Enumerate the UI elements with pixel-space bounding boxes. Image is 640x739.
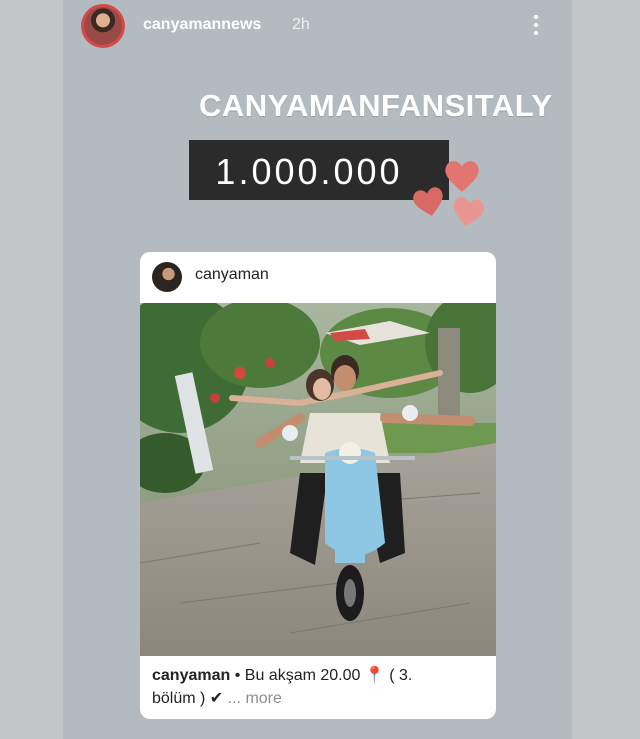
- story-viewer[interactable]: canyamannews 2h CANYAMANFANSITALY 1.000.…: [63, 0, 572, 739]
- heart-icon: [445, 161, 479, 192]
- more-vertical-icon[interactable]: [531, 13, 541, 39]
- counter-sticker: 1.000.000: [189, 140, 449, 200]
- story-headline-text: CANYAMANFANSITALY: [199, 88, 553, 123]
- post-header: canyaman: [140, 252, 496, 302]
- avatar-image: [84, 7, 122, 45]
- story-username[interactable]: canyamannews: [143, 16, 261, 34]
- more-link[interactable]: ... more: [228, 690, 282, 707]
- caption-username[interactable]: canyaman: [152, 667, 230, 684]
- story-timestamp: 2h: [292, 16, 310, 33]
- caption-text-line2: bölüm ) ✔: [152, 690, 224, 707]
- caption-text: Bu akşam 20.00: [244, 667, 361, 684]
- caption-text-continued: ( 3.: [389, 667, 413, 684]
- shared-post-card[interactable]: canyaman canyaman • Bu akşam 20.00 📍 (3…: [140, 252, 496, 719]
- post-caption: canyaman • Bu akşam 20.00 📍 ( 3. bölüm )…: [152, 664, 482, 710]
- story-avatar[interactable]: [81, 4, 125, 48]
- post-avatar[interactable]: [152, 262, 182, 292]
- heart-icon: [453, 197, 485, 227]
- story-header: canyamannews 2h: [63, 0, 572, 56]
- post-username[interactable]: canyaman: [195, 266, 269, 284]
- caption-separator: •: [234, 667, 241, 684]
- counter-text: 1.000.000: [215, 151, 403, 192]
- heart-icon: [413, 187, 443, 216]
- post-photo[interactable]: [140, 303, 496, 656]
- pin-icon: 📍: [364, 667, 385, 684]
